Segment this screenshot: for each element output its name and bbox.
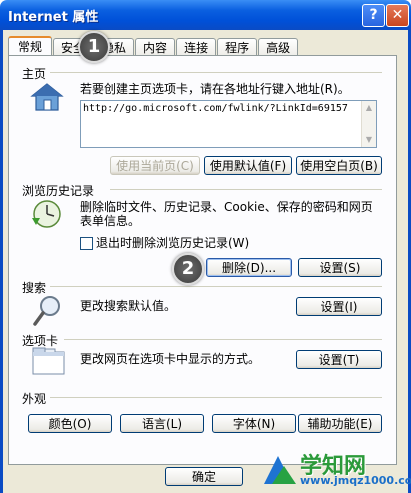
watermark-url: www.jmqz1000.com (300, 474, 411, 487)
url-scrollbar[interactable]: ▲ ▼ (361, 101, 376, 147)
home-url-value: http://go.microsoft.com/fwlink/?LinkId=6… (83, 103, 348, 114)
home-url-input[interactable]: http://go.microsoft.com/fwlink/?LinkId=6… (80, 100, 377, 148)
appearance-separator (50, 397, 382, 398)
use-default-button[interactable]: 使用默认值(F) (204, 156, 292, 175)
accessibility-button[interactable]: 辅助功能(E) (298, 414, 382, 433)
use-current-button[interactable]: 使用当前页(C) (110, 156, 200, 175)
title-bar: Internet 属性 ? ✕ (0, 0, 411, 30)
history-section-label: 浏览历史记录 (22, 184, 95, 198)
appearance-section-label: 外观 (22, 392, 47, 406)
scroll-up-icon[interactable]: ▲ (362, 101, 376, 115)
languages-button[interactable]: 语言(L) (120, 414, 204, 433)
delete-on-exit-checkbox[interactable] (80, 237, 93, 250)
step-1-badge: 1 (78, 31, 110, 63)
search-separator (50, 286, 382, 287)
tabs-settings-button[interactable]: 设置(T) (296, 350, 382, 369)
tabs-window-icon (32, 347, 65, 375)
history-settings-button[interactable]: 设置(S) (298, 258, 382, 277)
ok-button[interactable]: 确定 (165, 467, 243, 486)
clock-history-icon (32, 200, 61, 228)
tabs-separator (64, 339, 382, 340)
history-description-line2: 表单信息。 (80, 214, 141, 228)
tabs-description: 更改网页在选项卡中显示的方式。 (80, 352, 261, 366)
search-description: 更改搜索默认值。 (80, 299, 177, 313)
close-button[interactable]: ✕ (386, 4, 409, 27)
search-settings-button[interactable]: 设置(I) (296, 297, 382, 316)
history-description-line1: 删除临时文件、历史记录、Cookie、保存的密码和网页 (80, 200, 373, 214)
delete-history-button[interactable]: 删除(D)... (206, 258, 292, 277)
home-description: 若要创建主页选项卡，请在各地址行键入地址(R)。 (80, 82, 350, 96)
delete-on-exit-label: 退出时删除浏览历史记录(W) (96, 236, 250, 250)
history-separator (110, 189, 382, 190)
help-button[interactable]: ? (362, 4, 385, 27)
fonts-button[interactable]: 字体(N) (212, 414, 296, 433)
tab-strip: 常规 安全 隐私 内容 连接 程序 高级 (8, 36, 299, 58)
use-blank-button[interactable]: 使用空白页(B) (296, 156, 382, 175)
scroll-down-icon[interactable]: ▼ (362, 133, 376, 147)
home-separator (50, 72, 382, 73)
step-2-badge: 2 (172, 253, 204, 285)
house-icon (30, 83, 64, 111)
home-section-label: 主页 (22, 67, 47, 81)
brand-logo-icon (264, 456, 296, 484)
window-title: Internet 属性 (8, 10, 99, 25)
colors-button[interactable]: 颜色(O) (28, 414, 112, 433)
magnifier-icon (33, 296, 60, 326)
